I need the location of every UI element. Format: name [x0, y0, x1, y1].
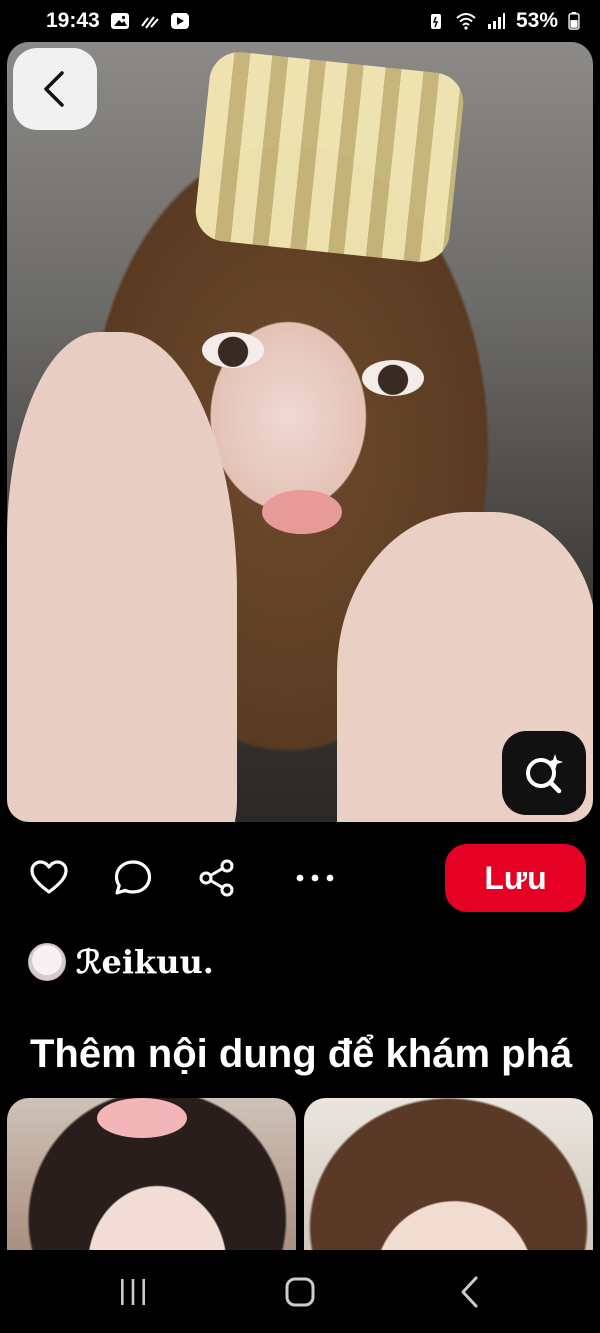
home-button[interactable] — [278, 1270, 322, 1314]
status-bar: 19:43 53% — [0, 0, 600, 42]
pin-image[interactable] — [7, 42, 593, 822]
pin-author[interactable]: ℛeikuu. — [28, 940, 214, 984]
system-nav-bar — [0, 1250, 600, 1333]
comment-button[interactable] — [113, 858, 153, 898]
related-pin-bow — [97, 1098, 187, 1138]
wifi-icon — [456, 12, 476, 30]
author-name[interactable]: ℛeikuu. — [76, 943, 214, 981]
share-icon — [199, 859, 234, 897]
status-right: 53% — [426, 9, 580, 33]
visual-search-icon — [526, 754, 563, 794]
back-icon — [461, 1276, 478, 1308]
more-options-button[interactable] — [295, 858, 335, 898]
battery-saver-icon — [426, 12, 446, 30]
heart-icon — [30, 860, 68, 894]
comment-bubble-icon — [114, 860, 152, 895]
cellular-signal-icon — [486, 12, 506, 30]
share-button[interactable] — [197, 858, 237, 898]
recent-apps-button[interactable] — [111, 1270, 155, 1314]
image-lips — [262, 490, 342, 534]
status-left: 19:43 — [46, 9, 190, 33]
pin-detail-screen: 19:43 53% Lưu ℛeikuu. Thêm nội dung để k… — [0, 0, 600, 1333]
like-button[interactable] — [29, 858, 69, 898]
related-pins-grid — [7, 1098, 593, 1250]
visual-search-button[interactable] — [502, 731, 586, 815]
more-options-icon — [296, 874, 334, 882]
battery-percentage: 53% — [515, 9, 558, 32]
status-time: 19:43 — [46, 9, 100, 32]
related-pin-card[interactable] — [304, 1098, 593, 1250]
home-icon — [285, 1277, 315, 1307]
pin-action-row: Lưu — [0, 844, 600, 914]
image-hand-region — [7, 332, 237, 822]
more-to-explore-title: Thêm nội dung để khám phá — [30, 1032, 573, 1076]
gallery-icon — [110, 12, 130, 30]
image-hair-clip — [192, 49, 467, 265]
avatar[interactable] — [28, 943, 66, 981]
back-button[interactable] — [13, 48, 97, 130]
signal-activity-icon — [140, 12, 160, 30]
recent-apps-icon — [121, 1279, 145, 1305]
image-eye-left — [202, 332, 264, 368]
save-button[interactable]: Lưu — [445, 844, 586, 912]
battery-icon — [568, 12, 580, 30]
media-icon — [170, 12, 190, 30]
related-pin-card[interactable] — [7, 1098, 296, 1250]
back-arrow-icon — [44, 71, 64, 107]
image-eye-right — [362, 360, 424, 396]
system-back-button[interactable] — [448, 1270, 492, 1314]
